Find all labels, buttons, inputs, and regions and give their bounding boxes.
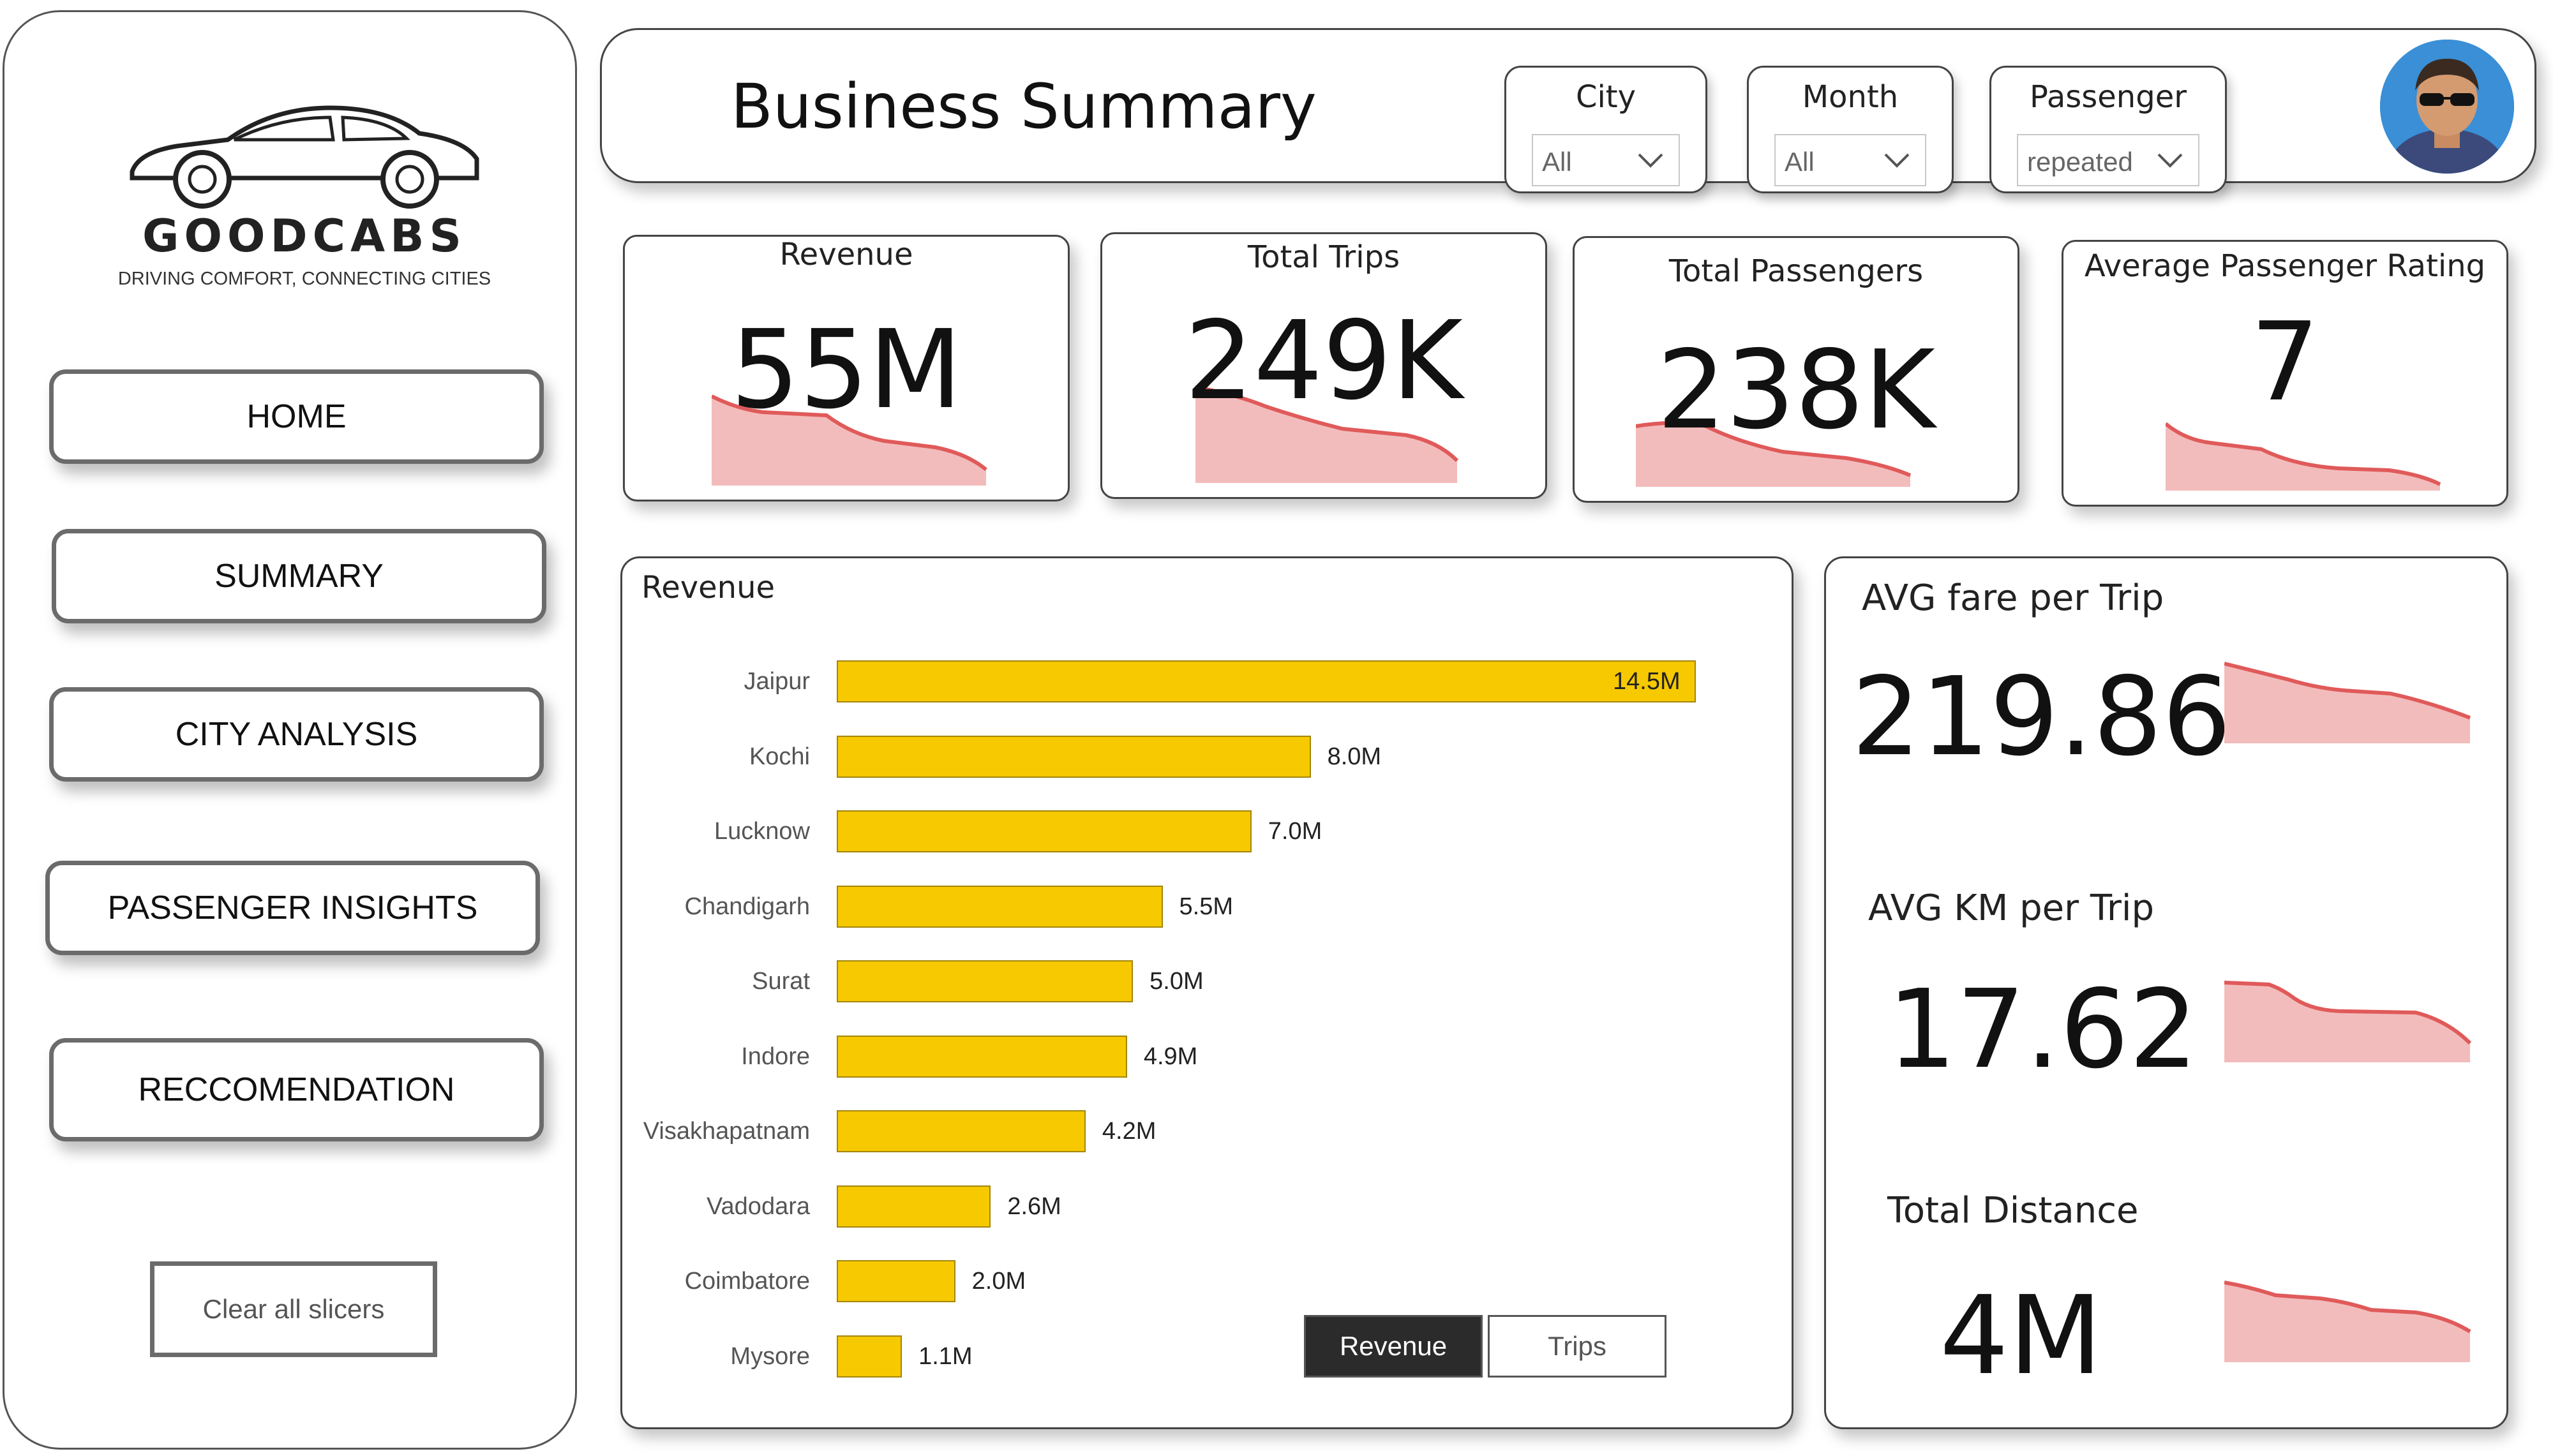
bar-data-label-surat: 5.0M [1149, 968, 1204, 995]
user-avatar-image [2380, 40, 2514, 174]
trips-toggle-label: Trips [1548, 1331, 1606, 1361]
total-distance-label: Total Distance [1887, 1190, 2139, 1231]
nav-city-analysis-button[interactable]: CITY ANALYSIS [49, 687, 544, 782]
bar-category-indore: Indore [741, 1043, 810, 1070]
avg-fare-sparkline [2224, 662, 2471, 743]
trips-toggle-button[interactable]: Trips [1488, 1315, 1666, 1378]
city-slicer-label: City [1575, 79, 1636, 115]
page-title: Business Summary [731, 71, 1317, 142]
bar-data-label-vadodara: 2.6M [1007, 1192, 1061, 1220]
avg-km-sparkline [2224, 981, 2472, 1062]
nav-recommendation-label: RECCOMENDATION [138, 1071, 455, 1108]
revenue-toggle-label: Revenue [1339, 1331, 1448, 1361]
bar-kochi[interactable] [837, 735, 1311, 778]
revenue-toggle-button[interactable]: Revenue [1304, 1315, 1483, 1378]
nav-home-label: HOME [246, 398, 347, 435]
bar-category-kochi: Kochi [749, 743, 810, 770]
total-distance-sparkline [2224, 1281, 2471, 1362]
passenger-slicer-label: Passenger [2030, 79, 2187, 115]
sidebar: GOODCABS DRIVING COMFORT, CONNECTING CIT… [3, 10, 577, 1450]
kpi-total-passengers-value: 238K [1657, 327, 1935, 454]
nav-home-button[interactable]: HOME [49, 369, 544, 464]
side-metrics-card: AVG fare per Trip 219.86 AVG KM per Trip… [1824, 556, 2508, 1429]
bar-mysore[interactable] [837, 1335, 902, 1378]
month-slicer-label: Month [1802, 79, 1899, 115]
kpi-revenue-label: Revenue [779, 237, 913, 272]
nav-passenger-insights-button[interactable]: PASSENGER INSIGHTS [45, 861, 540, 955]
bar-category-jaipur: Jaipur [744, 668, 811, 695]
bar-lucknow[interactable] [837, 810, 1252, 852]
avg-km-value: 17.62 [1887, 967, 2198, 1093]
chevron-down-icon [1638, 153, 1663, 168]
kpi-avg-rating-value: 7 [2250, 299, 2320, 426]
brand-name: GOODCABS [142, 210, 467, 262]
nav-recommendation-button[interactable]: RECCOMENDATION [49, 1038, 544, 1141]
chart-title: Revenue [641, 570, 775, 605]
chevron-down-icon [2157, 153, 2183, 168]
kpi-total-passengers-label: Total Passengers [1668, 253, 1924, 289]
kpi-avg-rating-sparkline [2166, 422, 2441, 491]
chevron-down-icon [1884, 153, 1910, 168]
month-slicer[interactable]: Month All [1747, 66, 1954, 193]
bar-category-vadodara: Vadodara [707, 1192, 810, 1220]
month-dropdown-value: All [1785, 147, 1815, 177]
kpi-revenue-value: 55M [730, 307, 962, 433]
bar-indore[interactable] [837, 1035, 1127, 1078]
bar-category-surat: Surat [752, 968, 810, 995]
revenue-chart-card: Revenue Jaipur 14.5M Kochi 8.0M Lucknow 7.0M C… [620, 556, 1793, 1429]
avg-km-label: AVG KM per Trip [1868, 888, 2154, 929]
bar-data-label-indore: 4.9M [1143, 1043, 1198, 1070]
goodcabs-logo: GOODCABS DRIVING COMFORT, CONNECTING CIT… [113, 95, 496, 299]
bar-category-mysore: Mysore [730, 1342, 810, 1370]
bar-coimbatore[interactable] [837, 1260, 955, 1302]
bar-data-label-kochi: 8.0M [1327, 743, 1382, 770]
kpi-avg-rating-label: Average Passenger Rating [2084, 248, 2486, 284]
month-dropdown[interactable]: All [1774, 134, 1926, 186]
kpi-total-trips-label: Total Trips [1247, 239, 1400, 275]
bar-vadodara[interactable] [837, 1185, 991, 1228]
kpi-total-passengers-card: Total Passengers 238K [1573, 236, 2019, 503]
city-slicer[interactable]: City All [1504, 66, 1707, 193]
header-bar: Business Summary City All Month All Pass… [600, 28, 2536, 193]
avg-fare-label: AVG fare per Trip [1862, 577, 2164, 619]
bar-jaipur[interactable] [837, 660, 1696, 702]
bar-visakhapatnam[interactable] [837, 1110, 1086, 1152]
nav-city-analysis-label: CITY ANALYSIS [175, 716, 418, 753]
passenger-dropdown[interactable]: repeated [2017, 134, 2199, 186]
car-icon [130, 105, 479, 209]
city-dropdown-value: All [1542, 147, 1572, 177]
clear-slicers-button[interactable]: Clear all slicers [150, 1261, 437, 1357]
bar-data-label-lucknow: 7.0M [1268, 818, 1322, 845]
kpi-avg-rating-card: Average Passenger Rating 7 [2062, 240, 2508, 507]
bar-category-coimbatore: Coimbatore [684, 1268, 810, 1295]
bar-data-label-mysore: 1.1M [918, 1342, 973, 1370]
nav-summary-button[interactable]: SUMMARY [52, 529, 546, 623]
clear-slicers-label: Clear all slicers [202, 1294, 385, 1324]
city-dropdown[interactable]: All [1532, 134, 1680, 186]
nav-summary-label: SUMMARY [214, 558, 384, 595]
bar-category-lucknow: Lucknow [714, 818, 810, 845]
avg-fare-value: 219.86 [1852, 654, 2231, 780]
kpi-total-trips-card: Total Trips 249K [1100, 232, 1547, 499]
bar-chandigarh[interactable] [837, 885, 1163, 928]
passenger-slicer[interactable]: Passenger repeated [1989, 66, 2227, 193]
bar-surat[interactable] [837, 960, 1134, 1002]
bar-category-chandigarh: Chandigarh [684, 893, 810, 920]
user-avatar[interactable] [2380, 40, 2514, 174]
total-distance-value: 4M [1940, 1273, 2102, 1399]
bar-data-label-visakhapatnam: 4.2M [1102, 1118, 1157, 1145]
bar-data-label-jaipur: 14.5M [1613, 668, 1681, 695]
kpi-revenue-card: Revenue 55M [623, 235, 1070, 501]
bar-data-label-coimbatore: 2.0M [971, 1268, 1026, 1295]
kpi-total-trips-value: 249K [1185, 298, 1463, 424]
brand-tagline: DRIVING COMFORT, CONNECTING CITIES [117, 269, 491, 289]
passenger-dropdown-value: repeated [2027, 147, 2133, 177]
bar-category-visakhapatnam: Visakhapatnam [643, 1118, 810, 1145]
nav-passenger-insights-label: PASSENGER INSIGHTS [107, 889, 478, 926]
bar-data-label-chandigarh: 5.5M [1179, 893, 1234, 920]
